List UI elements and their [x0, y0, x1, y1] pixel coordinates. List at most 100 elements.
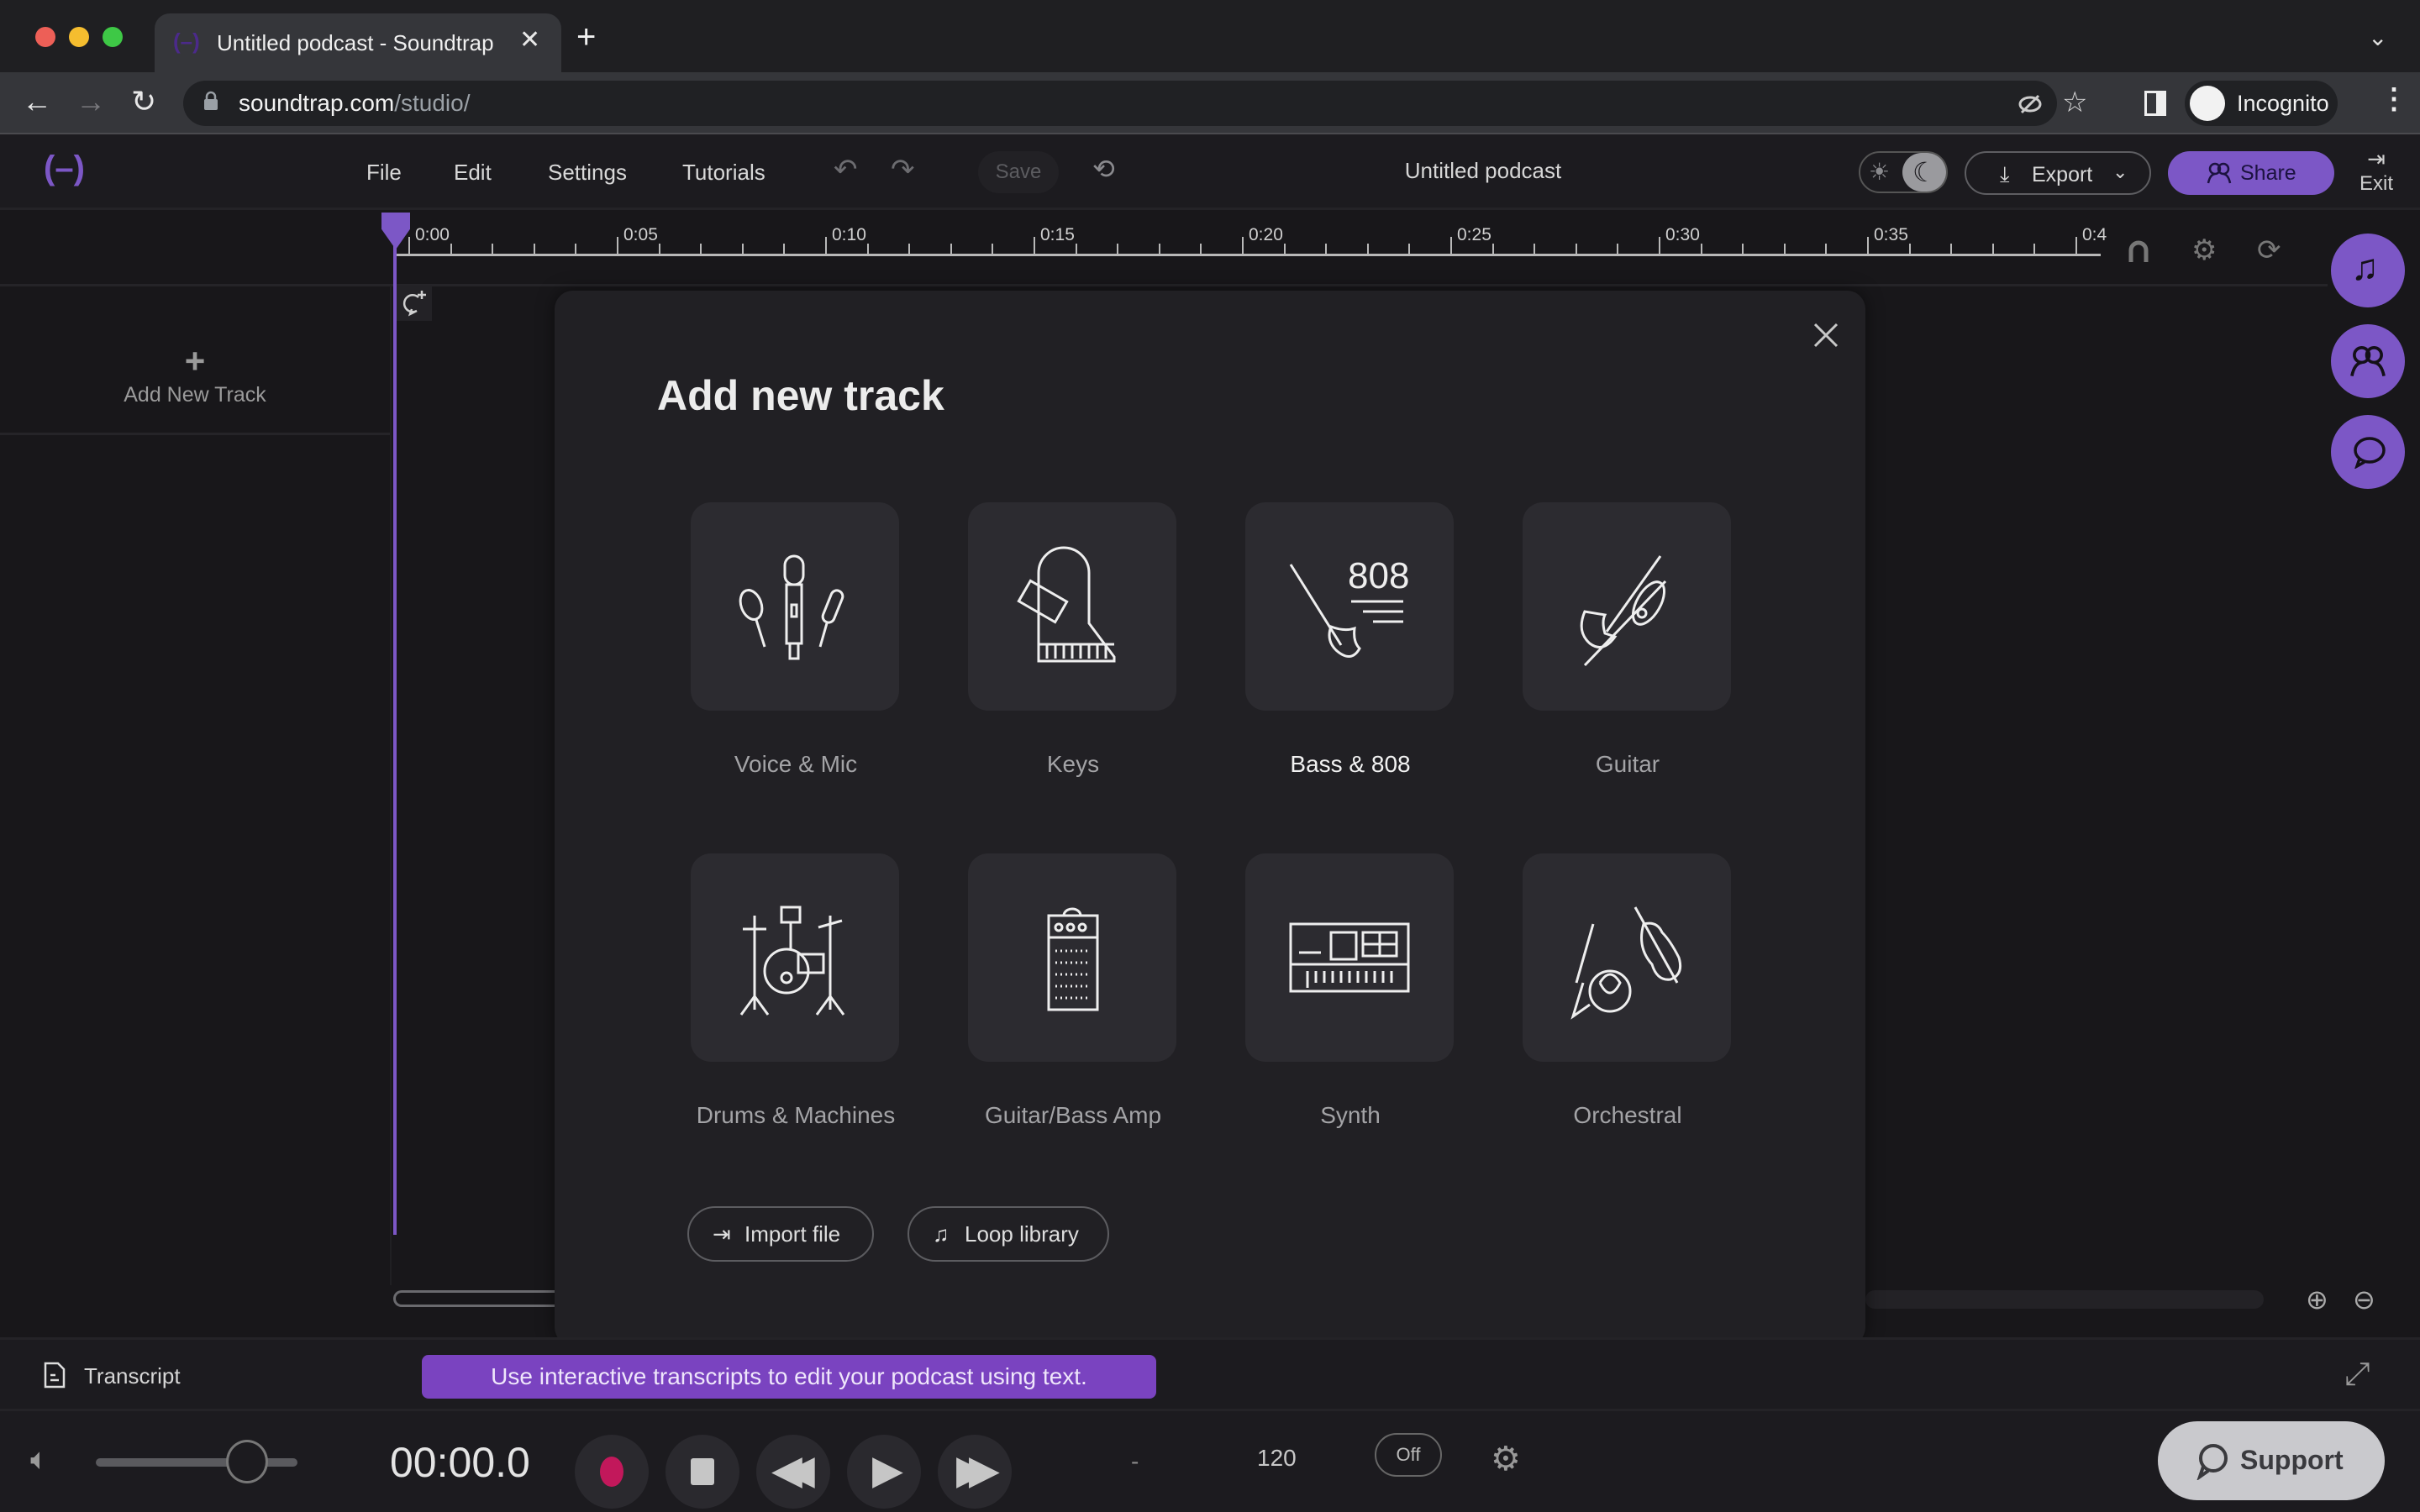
tempo-display[interactable]: 120 — [1257, 1445, 1297, 1472]
side-panel-icon[interactable] — [2144, 91, 2166, 116]
browser-menu-icon[interactable]: ⋮ — [2380, 82, 2408, 116]
save-button[interactable]: Save — [978, 151, 1059, 193]
fast-forward-button[interactable]: ▶▶ — [938, 1435, 1012, 1509]
project-title[interactable]: Untitled podcast — [1311, 158, 1655, 184]
url-text: soundtrap.com/studio/ — [239, 90, 471, 116]
ruler-label: 0:20 — [1249, 225, 1283, 244]
instrument-card-guitar[interactable] — [1523, 502, 1731, 711]
ruler-tick — [1117, 244, 1119, 254]
ruler-tick — [1825, 244, 1828, 254]
ruler-label: 0:35 — [1874, 225, 1908, 244]
metronome-toggle[interactable]: Off — [1375, 1433, 1442, 1477]
new-tab-button[interactable]: + — [576, 18, 596, 56]
zoom-in-icon[interactable]: ⊕ — [2306, 1284, 2328, 1315]
close-dialog-icon[interactable] — [1807, 316, 1845, 354]
timeline-settings-gear-icon[interactable]: ⚙ — [2191, 234, 2217, 267]
stop-button[interactable] — [666, 1435, 739, 1509]
menu-edit[interactable]: Edit — [454, 160, 492, 186]
menu-tutorials[interactable]: Tutorials — [682, 160, 765, 186]
chat-panel-button[interactable] — [2331, 415, 2405, 489]
horizontal-scrollbar[interactable] — [393, 1290, 561, 1307]
add-new-track-button[interactable]: + Add New Track — [0, 344, 390, 407]
ruler-tick — [1158, 244, 1160, 254]
profile-button[interactable]: Incognito — [2185, 81, 2338, 126]
instrument-card-keys[interactable] — [968, 502, 1176, 711]
undo-icon[interactable]: ↶ — [834, 153, 858, 186]
ruler-tick — [2075, 237, 2077, 254]
transport-settings-gear-icon[interactable]: ⚙ — [1491, 1440, 1521, 1478]
exit-button[interactable]: ⇥ Exit — [2353, 146, 2400, 196]
record-button[interactable] — [575, 1435, 649, 1509]
play-icon: ▶ — [872, 1448, 903, 1493]
menu-settings[interactable]: Settings — [548, 160, 627, 186]
browser-toolbar: ← → ↻ soundtrap.com/studio/ ☆ Incognito … — [0, 72, 2420, 134]
collaborators-panel-button[interactable] — [2331, 324, 2405, 398]
instrument-card-drums-machines[interactable] — [691, 853, 899, 1062]
ruler-tick — [2033, 244, 2036, 254]
add-track-dialog: Add new track 808 Voice & Mic Keys Bass … — [555, 291, 1865, 1346]
ruler-baseline — [395, 254, 2101, 256]
redo-icon[interactable]: ↷ — [891, 153, 915, 186]
instrument-label: Keys — [1046, 751, 1100, 777]
ruler-tick — [1867, 237, 1869, 254]
close-window-button[interactable] — [35, 27, 55, 47]
tracking-blocked-eye-icon[interactable] — [2017, 91, 2044, 118]
rewind-button[interactable]: ◀◀ — [756, 1435, 830, 1509]
instrument-card-bass-808[interactable]: 808 — [1245, 502, 1454, 711]
instrument-card-synth[interactable] — [1245, 853, 1454, 1062]
collaborators-icon — [2350, 346, 2386, 376]
ruler-tick — [825, 237, 827, 254]
expand-icon[interactable]: ⤢ — [2344, 1357, 2370, 1393]
transcript-toggle[interactable]: Transcript — [84, 1363, 181, 1389]
tab-list-chevron-icon[interactable]: ⌄ — [2368, 24, 2387, 51]
ruler-tick — [1659, 237, 1660, 254]
ruler-tick — [908, 244, 911, 254]
fast-forward-icon: ▶▶ — [956, 1448, 1000, 1493]
loop-library-button[interactable]: ♫ Loop library — [908, 1206, 1109, 1262]
ruler-tick — [450, 244, 452, 254]
horizontal-scrollbar-track[interactable] — [1865, 1290, 2264, 1309]
volume-slider-handle[interactable] — [226, 1440, 268, 1483]
synthesizer-icon — [1289, 922, 1410, 993]
transcript-tip-banner[interactable]: Use interactive transcripts to edit your… — [422, 1355, 1156, 1399]
ruler-tick — [575, 244, 577, 254]
guitars-icon — [1580, 555, 1667, 667]
forward-icon[interactable]: → — [76, 84, 106, 119]
ruler-tick — [783, 244, 786, 254]
revert-history-icon[interactable]: ⟲ — [1092, 153, 1115, 185]
instrument-card-orchestral[interactable] — [1523, 853, 1731, 1062]
loops-panel-button[interactable]: ♫ — [2331, 234, 2405, 307]
add-comment-button[interactable] — [397, 286, 432, 321]
ruler-tick — [950, 244, 952, 254]
svg-text:808: 808 — [1348, 555, 1409, 596]
share-button[interactable]: Share — [2168, 151, 2334, 195]
export-button[interactable]: ⤓ Export ⌄ — [1965, 151, 2151, 195]
download-icon: ⤓ — [2000, 161, 2010, 186]
zoom-out-icon[interactable]: ⊖ — [2353, 1284, 2375, 1315]
play-button[interactable]: ▶ — [847, 1435, 921, 1509]
browser-tab[interactable]: (–) Untitled podcast - Soundtrap ✕ — [155, 13, 561, 72]
key-display[interactable]: - — [1131, 1448, 1139, 1475]
import-file-button[interactable]: ⇥ Import file — [687, 1206, 874, 1262]
timeline-ruler[interactable] — [395, 210, 2101, 286]
loop-icon[interactable]: ⟳ — [2257, 234, 2281, 267]
menu-file[interactable]: File — [366, 160, 402, 186]
magnet-snap-icon[interactable] — [2124, 237, 2153, 265]
theme-toggle[interactable]: ☀ ☾ — [1859, 151, 1948, 193]
instrument-card-voice-mic[interactable] — [691, 502, 899, 711]
maximize-window-button[interactable] — [103, 27, 123, 47]
instrument-card-guitar-bass-amp[interactable] — [968, 853, 1176, 1062]
back-icon[interactable]: ← — [22, 84, 52, 119]
address-bar[interactable]: soundtrap.com/studio/ ☆ — [183, 81, 2087, 126]
close-tab-icon[interactable]: ✕ — [519, 25, 540, 55]
soundtrap-logo[interactable]: (–) — [44, 150, 85, 187]
ruler-label: 0:25 — [1457, 225, 1491, 244]
reload-icon[interactable]: ↻ — [131, 84, 156, 119]
support-button[interactable]: Support — [2158, 1421, 2385, 1500]
chevron-down-icon: ⌄ — [2112, 161, 2128, 182]
ruler-tick — [492, 244, 494, 254]
bookmark-star-icon[interactable]: ☆ — [2062, 86, 2087, 119]
volume-icon[interactable]: 🔈︎ — [30, 1441, 49, 1478]
minimize-window-button[interactable] — [69, 27, 89, 47]
time-display: 00:00.0 — [390, 1439, 530, 1486]
